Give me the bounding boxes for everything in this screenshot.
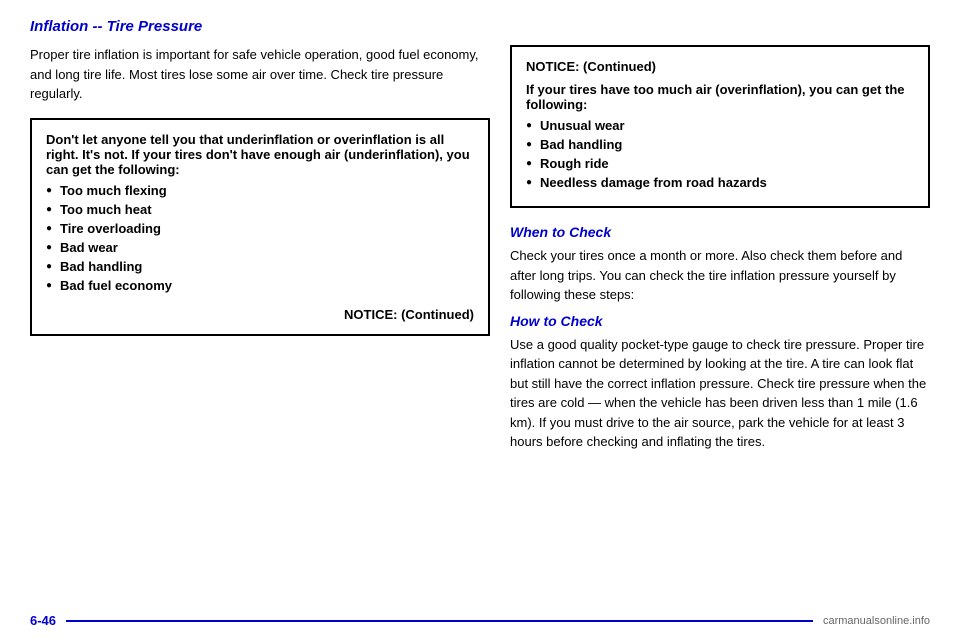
right-notice-intro: If your tires have too much air (overinf… xyxy=(526,82,914,112)
underinflation-list: Too much flexing Too much heat Tire over… xyxy=(46,183,474,293)
list-item: Rough ride xyxy=(526,156,914,171)
list-item: Too much heat xyxy=(46,202,474,217)
list-item: Needless damage from road hazards xyxy=(526,175,914,190)
how-to-check-body: Use a good quality pocket-type gauge to … xyxy=(510,335,930,452)
list-item: Bad wear xyxy=(46,240,474,255)
how-to-check-heading: How to Check xyxy=(510,313,930,329)
page-title: Inflation -- Tire Pressure xyxy=(30,18,930,35)
left-column: Proper tire inflation is important for s… xyxy=(30,45,490,460)
page-number: 6-46 xyxy=(30,613,56,628)
when-to-check-body: Check your tires once a month or more. A… xyxy=(510,246,930,305)
right-column: NOTICE: (Continued) If your tires have t… xyxy=(510,45,930,460)
list-item: Bad fuel economy xyxy=(46,278,474,293)
list-item: Too much flexing xyxy=(46,183,474,198)
list-item: Unusual wear xyxy=(526,118,914,133)
overinflation-list: Unusual wear Bad handling Rough ride Nee… xyxy=(526,118,914,190)
footer-logo: carmanualsonline.info xyxy=(823,615,930,627)
list-item: Tire overloading xyxy=(46,221,474,236)
notice-box-left-intro: Don't let anyone tell you that underinfl… xyxy=(46,132,474,177)
page-container: Inflation -- Tire Pressure Proper tire i… xyxy=(0,0,960,640)
right-notice-title: NOTICE: (Continued) xyxy=(526,59,914,74)
notice-box-right: NOTICE: (Continued) If your tires have t… xyxy=(510,45,930,208)
list-item: Bad handling xyxy=(46,259,474,274)
content-area: Proper tire inflation is important for s… xyxy=(30,45,930,460)
list-item: Bad handling xyxy=(526,137,914,152)
left-intro-text: Proper tire inflation is important for s… xyxy=(30,45,490,104)
notice-continued-left: NOTICE: (Continued) xyxy=(46,307,474,322)
footer-line xyxy=(66,620,813,622)
page-footer: 6-46 carmanualsonline.info xyxy=(0,613,960,628)
notice-box-left: Don't let anyone tell you that underinfl… xyxy=(30,118,490,336)
when-to-check-heading: When to Check xyxy=(510,224,930,240)
